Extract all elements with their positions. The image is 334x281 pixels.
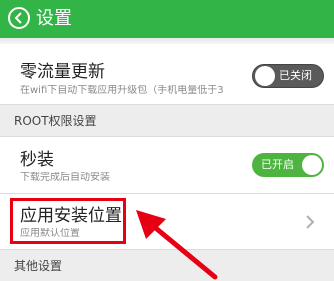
chevron-left-icon	[14, 12, 22, 24]
annotation-arrow-icon	[136, 210, 218, 280]
seconds-install-subtitle: 下载完成后自动安装	[20, 172, 110, 183]
chevron-right-icon	[306, 215, 315, 229]
back-button[interactable]	[8, 7, 30, 29]
zero-traffic-update-row[interactable]: 零流量更新 在wifi下自动下载应用升级包（手机电量低于3 已关闭	[0, 44, 334, 104]
seconds-install-toggle[interactable]: 已开启	[252, 153, 324, 177]
annotation-highlight-box	[10, 198, 126, 244]
section-header-root: ROOT权限设置	[0, 105, 334, 136]
page-title: 设置	[36, 8, 72, 29]
toggle-knob	[302, 155, 322, 175]
section-label-other: 其他设置	[14, 259, 63, 273]
section-label-root: ROOT权限设置	[14, 114, 97, 128]
title-bar: 设置	[0, 0, 334, 38]
seconds-install-row[interactable]: 秒装 下载完成后自动安装 已开启	[0, 137, 334, 193]
toggle-knob	[255, 66, 275, 86]
toggle-state-text: 已开启	[261, 158, 294, 171]
zero-traffic-update-toggle[interactable]: 已关闭	[252, 64, 324, 88]
zero-traffic-update-subtitle: 在wifi下自动下载应用升级包（手机电量低于3	[20, 85, 224, 96]
zero-traffic-update-title: 零流量更新	[20, 62, 105, 82]
seconds-install-title: 秒装	[20, 150, 54, 170]
toggle-state-text: 已关闭	[279, 69, 312, 82]
